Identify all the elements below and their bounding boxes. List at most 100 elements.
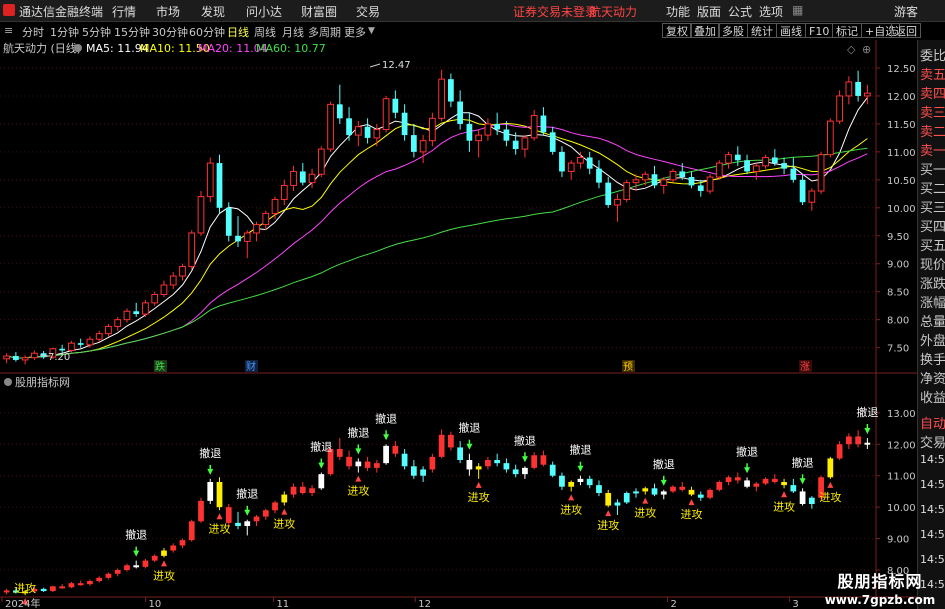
- tab-30min[interactable]: 30分钟: [152, 24, 188, 40]
- tab-timeshare[interactable]: 分时: [22, 24, 44, 40]
- attack-label-1: 进攻: [153, 568, 175, 582]
- back-button[interactable]: 返回: [891, 23, 921, 38]
- candle-body-58: [540, 115, 547, 133]
- ind-body-69: [642, 488, 649, 492]
- ind-body-22: [207, 482, 214, 501]
- candle-body-36: [336, 104, 343, 119]
- tab-monthly[interactable]: 月线: [282, 24, 304, 40]
- overlay-button[interactable]: 叠加: [690, 23, 720, 38]
- quote-field-2: 卖四: [920, 87, 945, 102]
- attack-label-11: 进攻: [819, 490, 841, 504]
- retreat-label-5: 撤退: [375, 411, 397, 425]
- candle-body-37: [346, 118, 352, 136]
- candle-body-23: [216, 163, 223, 208]
- settings-gear-icon[interactable]: [74, 44, 82, 52]
- mark-button[interactable]: 标记: [832, 23, 862, 38]
- retreat-label-1: 撤退: [199, 446, 221, 460]
- f10-button[interactable]: F10: [805, 23, 834, 38]
- candle-body-44: [410, 135, 417, 152]
- attack-label-6: 进攻: [560, 502, 582, 516]
- candle-body-81: [752, 165, 760, 172]
- menu-layout[interactable]: 版面: [697, 3, 721, 20]
- quote-field-0: 委比: [920, 49, 945, 64]
- tab-more[interactable]: 更多: [344, 24, 366, 40]
- event-marker-finance[interactable]: 财: [246, 360, 256, 373]
- ind-body-59: [549, 464, 556, 476]
- menu-toggle-icon[interactable]: ≡: [4, 24, 13, 37]
- ind-body-91: [845, 436, 852, 445]
- main-y-label-8: 11.50: [887, 120, 916, 131]
- candle-body-57: [530, 115, 538, 139]
- menu-discover[interactable]: 发现: [201, 3, 225, 20]
- quote-field-11: 现价: [920, 258, 945, 273]
- ind-body-44: [410, 466, 417, 476]
- tab-daily[interactable]: 日线: [227, 24, 249, 40]
- tab-5min[interactable]: 5分钟: [82, 24, 111, 40]
- attack-label-0: 进攻: [14, 581, 36, 595]
- candle-body-60: [559, 151, 565, 172]
- menu-functions[interactable]: 功能: [666, 3, 690, 20]
- ind-body-75: [697, 494, 704, 498]
- ind-body-14: [133, 565, 140, 568]
- menu-options[interactable]: 选项: [759, 3, 783, 20]
- candle-body-17: [160, 284, 168, 295]
- menu-wealth[interactable]: 财富圈: [301, 3, 337, 20]
- candle-body-51: [475, 134, 483, 142]
- quote-field-9: 买四: [920, 220, 945, 235]
- indicator-settings-icon[interactable]: [4, 378, 12, 386]
- ind-y-label-5: 13.00: [887, 409, 916, 420]
- ind-y-label-2: 10.00: [887, 503, 916, 514]
- tab-60min[interactable]: 60分钟: [189, 24, 225, 40]
- candle-body-27: [253, 224, 260, 234]
- multi-stock-button[interactable]: 多股: [718, 23, 748, 38]
- tab-1min[interactable]: 1分钟: [50, 24, 79, 40]
- ind-body-87: [808, 497, 815, 504]
- quote-field-22: 14:56: [920, 478, 945, 491]
- event-marker-fall[interactable]: 跌: [155, 360, 165, 373]
- guest-label[interactable]: 游客: [894, 3, 918, 20]
- stats-button[interactable]: 统计: [747, 23, 777, 38]
- candle-body-90: [836, 95, 843, 122]
- candle-body-67: [623, 182, 631, 200]
- ind-body-90: [836, 444, 843, 459]
- quote-field-19[interactable]: 自动: [920, 413, 945, 432]
- tab-weekly[interactable]: 周线: [254, 24, 276, 40]
- event-marker-rise[interactable]: 涨: [800, 361, 810, 373]
- menu-trade[interactable]: 交易: [356, 3, 380, 20]
- diamond-icon[interactable]: ◇: [847, 43, 856, 56]
- ind-body-89: [827, 458, 834, 478]
- more-chevron-icon[interactable]: ▼: [368, 26, 375, 36]
- menu-ask[interactable]: 问小达: [246, 3, 282, 20]
- ind-y-label-1: 9.00: [887, 535, 909, 546]
- ind-body-67: [623, 493, 630, 503]
- candle-body-1: [13, 356, 19, 360]
- ind-body-7: [68, 583, 75, 588]
- candle-body-6: [59, 348, 66, 351]
- candle-body-50: [466, 123, 473, 141]
- event-marker-forecast[interactable]: 预: [623, 361, 633, 373]
- ind-body-34: [318, 474, 325, 489]
- adjust-button[interactable]: 复权: [662, 23, 692, 38]
- kline-chart[interactable]: 7.50 8.00 8.50 9.00 9.50 10.00 10.50 11.00 11.50…: [0, 40, 917, 609]
- zoom-icon[interactable]: ⊕: [862, 43, 871, 56]
- tab-multi-period[interactable]: 多周期: [308, 24, 341, 40]
- menu-market[interactable]: 市场: [156, 3, 180, 20]
- ind-y-label-4: 12.00: [887, 440, 916, 451]
- draw-line-button[interactable]: 画线: [776, 23, 806, 38]
- candle-body-11: [105, 325, 112, 335]
- quote-field-6: 买一: [920, 163, 945, 178]
- menu-quotes[interactable]: 行情: [112, 3, 136, 20]
- quote-field-13: 涨幅: [920, 296, 945, 311]
- tab-15min[interactable]: 15分钟: [114, 24, 150, 40]
- skin-icon[interactable]: ▦: [792, 3, 803, 17]
- quote-field-25: 14:56: [920, 553, 945, 566]
- candle-body-72: [669, 170, 677, 181]
- ind-y-label-3: 11.00: [887, 472, 916, 483]
- candle-body-74: [688, 177, 695, 186]
- main-y-label-1: 8.00: [887, 316, 909, 327]
- trade-login-notice[interactable]: 证券交易未登录: [513, 3, 597, 20]
- attack-label-10: 进攻: [773, 499, 795, 513]
- quote-field-15: 外盘: [920, 334, 945, 349]
- menu-formula[interactable]: 公式: [728, 3, 752, 20]
- ind-body-84: [781, 482, 787, 486]
